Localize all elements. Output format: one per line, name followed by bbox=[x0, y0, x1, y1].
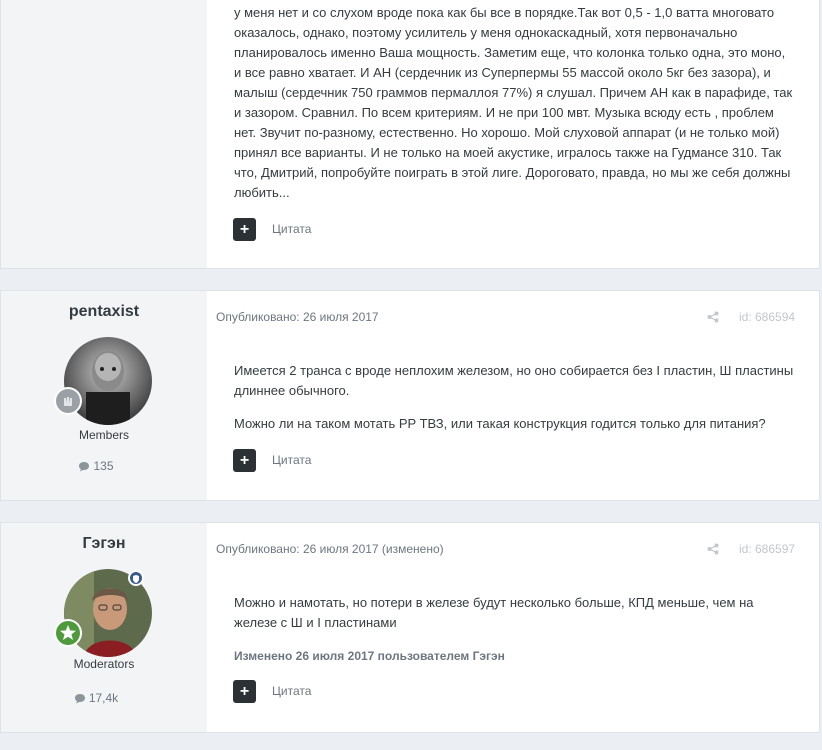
share-icon[interactable] bbox=[707, 542, 719, 560]
post-id[interactable]: id: 686597 bbox=[739, 542, 795, 556]
quote-button[interactable]: + bbox=[233, 218, 256, 241]
user-group: Members bbox=[78, 428, 129, 442]
plus-icon: + bbox=[239, 683, 250, 700]
quote-label[interactable]: Цитата bbox=[272, 453, 311, 467]
user-group: Moderators bbox=[73, 657, 135, 671]
plus-icon: + bbox=[239, 221, 250, 238]
author-panel: pentaxist Members 135 bbox=[1, 291, 207, 500]
quote-label[interactable]: Цитата bbox=[272, 222, 311, 236]
post-meta[interactable]: Опубликовано: 26 июля 2017 bbox=[216, 310, 379, 324]
moderator-shield-icon bbox=[128, 570, 144, 586]
post-paragraph: Можно ли на таком мотать PP ТВЗ, или так… bbox=[234, 416, 766, 431]
post-id[interactable]: id: 686594 bbox=[739, 310, 795, 324]
post-1: у меня нет и со слухом вроде пока как бы… bbox=[0, 0, 820, 269]
author-name[interactable]: Гэгэн bbox=[1, 535, 207, 553]
post-body: у меня нет и со слухом вроде пока как бы… bbox=[234, 5, 793, 200]
edited-note: Изменено 26 июля 2017 пользователем Гэгэ… bbox=[234, 649, 505, 663]
share-icon[interactable] bbox=[707, 310, 719, 328]
quote-button[interactable]: + bbox=[233, 680, 256, 703]
post-count[interactable]: 17,4k bbox=[1, 691, 191, 705]
post-paragraph: Можно и намотать, но потери в железе буд… bbox=[234, 595, 754, 630]
quote-button[interactable]: + bbox=[233, 449, 256, 472]
quote-label[interactable]: Цитата bbox=[272, 684, 311, 698]
post-2: pentaxist Members 135 Опубликовано: 26 и… bbox=[0, 290, 820, 501]
post-meta[interactable]: Опубликовано: 26 июля 2017 (изменено) bbox=[216, 542, 444, 556]
plus-icon: + bbox=[239, 452, 250, 469]
post-paragraph: Имеется 2 транса с вроде неплохим железо… bbox=[234, 363, 794, 398]
author-name[interactable]: pentaxist bbox=[1, 303, 207, 321]
post-count-value: 135 bbox=[93, 459, 114, 473]
comment-icon bbox=[79, 462, 90, 472]
rank-badge-icon bbox=[53, 386, 83, 416]
author-panel bbox=[1, 0, 207, 268]
post-3: Гэгэн Moderators 17,4k Опубликовано: 26 … bbox=[0, 522, 820, 733]
post-count-value: 17,4k bbox=[88, 691, 119, 705]
comment-icon bbox=[74, 694, 85, 704]
rank-badge-icon bbox=[53, 618, 83, 648]
author-panel: Гэгэн Moderators 17,4k bbox=[1, 523, 207, 732]
post-count[interactable]: 135 bbox=[1, 459, 191, 473]
